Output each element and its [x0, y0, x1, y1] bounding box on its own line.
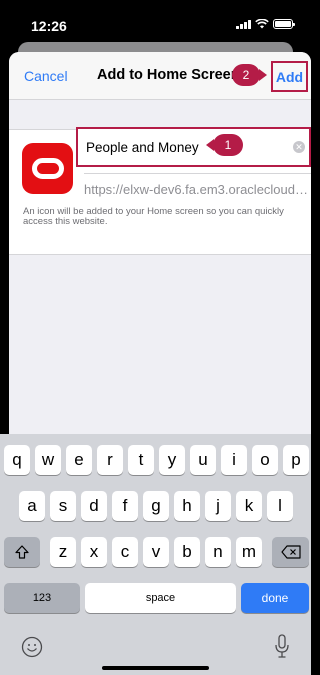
shift-icon: [15, 545, 29, 559]
shortcut-form: People and Money ✕ https://elxw-dev6.fa.…: [9, 127, 311, 255]
page-title: Add to Home Screen: [97, 67, 240, 83]
step-1-callout: 1: [206, 134, 243, 156]
add-button-label: Add: [275, 68, 304, 85]
keyboard: q w e r t y u i o p a s d f g h j k l z …: [0, 434, 311, 675]
website-url: https://elxw-dev6.fa.em3.oraclecloud.com: [84, 182, 309, 197]
backspace-icon: [280, 545, 301, 559]
battery-icon: [273, 19, 295, 29]
key-d[interactable]: d: [81, 491, 107, 521]
add-button[interactable]: Add: [271, 61, 308, 92]
shortcut-name-input[interactable]: People and Money ✕: [76, 127, 311, 167]
step-2-callout: 2: [232, 64, 267, 86]
oracle-logo-icon: [22, 143, 73, 194]
key-w[interactable]: w: [35, 445, 61, 475]
key-q[interactable]: q: [4, 445, 30, 475]
status-time: 12:26: [31, 18, 67, 34]
status-icons: [236, 19, 295, 29]
key-j[interactable]: j: [205, 491, 231, 521]
key-p[interactable]: p: [283, 445, 309, 475]
field-divider: [84, 173, 311, 174]
key-o[interactable]: o: [252, 445, 278, 475]
key-a[interactable]: a: [19, 491, 45, 521]
key-x[interactable]: x: [81, 537, 107, 567]
cancel-button[interactable]: Cancel: [24, 68, 68, 84]
footnote-text: An icon will be added to your Home scree…: [23, 206, 284, 227]
shift-key[interactable]: [4, 537, 40, 567]
navigation-bar: Cancel Add to Home Screen 2 Add: [9, 52, 311, 100]
status-bar: 12:26: [0, 0, 311, 44]
key-z[interactable]: z: [50, 537, 76, 567]
key-m[interactable]: m: [236, 537, 262, 567]
key-y[interactable]: y: [159, 445, 185, 475]
key-b[interactable]: b: [174, 537, 200, 567]
shortcut-name-value: People and Money: [86, 140, 199, 155]
key-r[interactable]: r: [97, 445, 123, 475]
cellular-signal-icon: [236, 19, 251, 29]
emoji-icon: [21, 636, 43, 658]
microphone-icon: [275, 634, 289, 658]
step-1-number: 1: [224, 138, 232, 152]
home-indicator: [102, 666, 209, 670]
key-v[interactable]: v: [143, 537, 169, 567]
key-h[interactable]: h: [174, 491, 200, 521]
space-key[interactable]: space: [85, 583, 236, 613]
numbers-key[interactable]: 123: [4, 583, 80, 613]
key-i[interactable]: i: [221, 445, 247, 475]
step-2-number: 2: [242, 68, 250, 82]
done-key[interactable]: done: [241, 583, 309, 613]
key-c[interactable]: c: [112, 537, 138, 567]
key-n[interactable]: n: [205, 537, 231, 567]
key-e[interactable]: e: [66, 445, 92, 475]
key-k[interactable]: k: [236, 491, 262, 521]
key-s[interactable]: s: [50, 491, 76, 521]
delete-key[interactable]: [272, 537, 309, 567]
clear-text-icon[interactable]: ✕: [293, 141, 305, 153]
key-f[interactable]: f: [112, 491, 138, 521]
wifi-icon: [255, 19, 269, 29]
key-u[interactable]: u: [190, 445, 216, 475]
emoji-key[interactable]: [20, 635, 44, 659]
key-g[interactable]: g: [143, 491, 169, 521]
dictation-key[interactable]: [272, 633, 292, 661]
key-t[interactable]: t: [128, 445, 154, 475]
key-l[interactable]: l: [267, 491, 293, 521]
